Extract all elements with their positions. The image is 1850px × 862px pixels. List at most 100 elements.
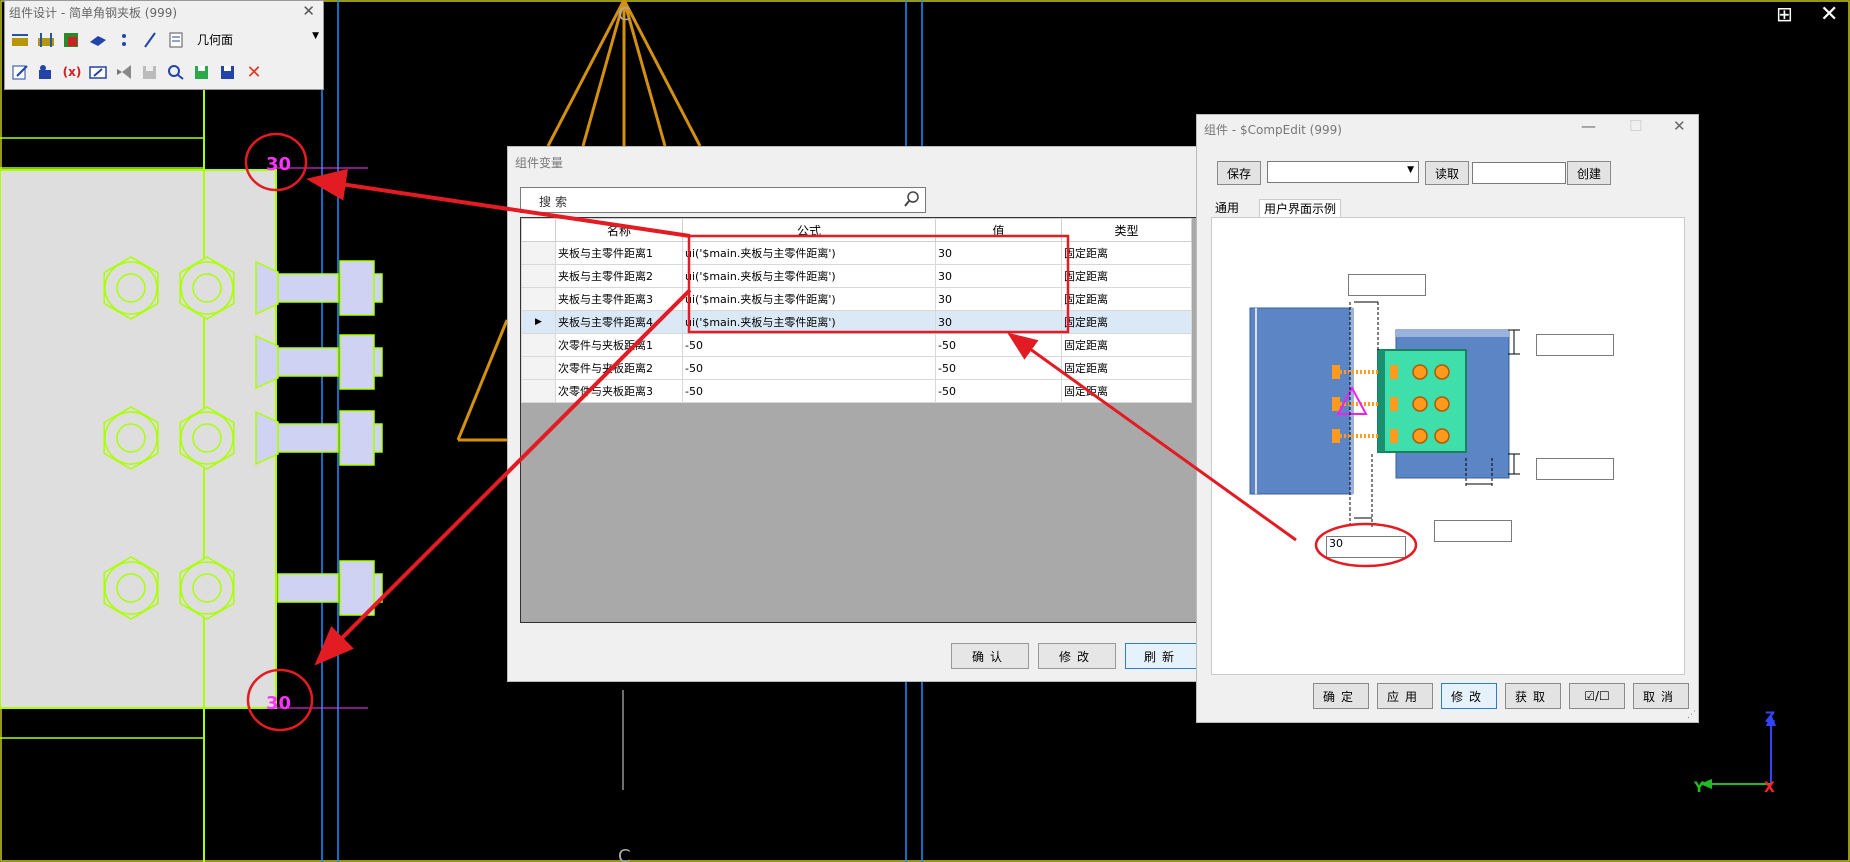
row-header[interactable] [521,241,556,265]
preset-select[interactable]: ▼ [1267,161,1419,183]
cell-name[interactable]: 夹板与主零件距离4 [555,310,683,334]
variable-icon[interactable]: (x) [61,62,83,82]
row-header[interactable] [521,264,556,288]
compedit-close-icon[interactable]: ✕ [1673,117,1686,135]
cell-formula[interactable]: ui('$main.夹板与主零件距离') [682,241,936,265]
cell-formula[interactable]: ui('$main.夹板与主零件距离') [682,310,936,334]
cell-type[interactable]: 固定距离 [1061,264,1192,288]
plate-icon[interactable] [87,30,109,50]
object-icon[interactable] [35,62,57,82]
table-row[interactable]: 夹板与主零件距离2 ui('$main.夹板与主零件距离') 30 固定距离 [521,264,1192,288]
offset-right-top-input[interactable] [1536,334,1614,356]
compedit-dialog: 组件 - $CompEdit (999) — ☐ ✕ 保存 ▼ 读取 创建 通用… [1196,114,1699,723]
bolt-tip [373,273,383,303]
cell-formula[interactable]: ui('$main.夹板与主零件距离') [682,287,936,311]
table-row[interactable]: 夹板与主零件距离3 ui('$main.夹板与主零件距离') 30 固定距离 [521,287,1192,311]
cancel-button[interactable]: 取消 [1633,683,1689,709]
edit-icon[interactable] [9,62,31,82]
cell-type[interactable]: 固定距离 [1061,356,1192,380]
row-header[interactable] [521,287,556,311]
cell-value[interactable]: 30 [935,264,1062,288]
confirm-button[interactable]: 确认 [951,643,1029,669]
modify-component-button[interactable]: 修改 [1441,683,1497,709]
cell-value[interactable]: -50 [935,356,1062,380]
cell-type[interactable]: 固定距离 [1061,379,1192,403]
preset-name-input[interactable] [1472,162,1566,184]
save-button[interactable]: 保存 [1217,161,1261,185]
row-header[interactable]: ▶ [521,310,556,334]
point-icon[interactable] [113,30,135,50]
dimension-label-top: 30 [266,154,291,175]
cell-value[interactable]: 30 [935,241,1062,265]
cell-formula[interactable]: -50 [682,379,936,403]
delete-icon[interactable]: ✕ [243,62,265,83]
create-button[interactable]: 创建 [1567,161,1611,185]
cell-value[interactable]: -50 [935,333,1062,357]
variables-grid[interactable]: 名称 公式 值 类型 夹板与主零件距离1 ui('$main.夹板与主零件距离')… [520,217,1202,623]
row-header[interactable] [521,333,556,357]
frame-icon[interactable] [9,30,31,50]
column-header-formula[interactable]: 公式 [682,218,936,242]
browse-icon[interactable] [165,62,187,82]
bolt-tip [373,347,383,377]
column-header-value[interactable]: 值 [935,218,1062,242]
cell-type[interactable]: 固定距离 [1061,287,1192,311]
cell-formula[interactable]: -50 [682,356,936,380]
component-icon[interactable] [61,30,83,50]
search-input[interactable]: 搜索 [520,187,926,213]
offset-right-bottom-input[interactable] [1536,458,1614,480]
table-row[interactable]: 次零件与夹板距离3 -50 -50 固定距离 [521,379,1192,403]
layout-icon[interactable]: ⊞ [1776,2,1793,26]
cell-name[interactable]: 次零件与夹板距离2 [555,356,683,380]
refresh-button[interactable]: 刷新 [1125,643,1199,669]
cell-value[interactable]: 30 [935,310,1062,334]
minimize-icon[interactable]: — [1581,117,1596,135]
frame-alt-icon[interactable] [35,30,57,50]
draw-icon[interactable] [87,62,109,82]
dimension-label-bottom: 30 [266,693,291,714]
ok-button[interactable]: 确定 [1313,683,1369,709]
bolt-tip [373,573,383,603]
cell-formula[interactable]: ui('$main.夹板与主零件距离') [682,264,936,288]
save-as-icon[interactable] [217,62,239,82]
table-row[interactable]: 夹板与主零件距离1 ui('$main.夹板与主零件距离') 30 固定距离 [521,241,1192,265]
toolbar-close-icon[interactable]: ✕ [302,2,315,20]
gap-top-input[interactable] [1348,274,1426,296]
bolt-head [339,334,375,390]
visual-studio-icon[interactable] [113,62,135,82]
column-header-type[interactable]: 类型 [1061,218,1192,242]
toggle-checkbox-button[interactable]: ☑/☐ [1569,683,1625,709]
table-row[interactable]: 次零件与夹板距离1 -50 -50 固定距离 [521,333,1192,357]
row-header[interactable] [521,356,556,380]
line-icon[interactable] [139,30,161,50]
cell-value[interactable]: -50 [935,379,1062,403]
row-header[interactable] [521,379,556,403]
tab-general[interactable]: 通用 [1211,199,1243,217]
get-button[interactable]: 获取 [1505,683,1561,709]
plate-distance-input[interactable]: 30 [1326,536,1406,558]
cell-type[interactable]: 固定距离 [1061,333,1192,357]
modify-button[interactable]: 修改 [1038,643,1116,669]
view-mode-select[interactable]: 几何面 ▼ [197,31,325,49]
cell-name[interactable]: 夹板与主零件距离2 [555,264,683,288]
apply-button[interactable]: 应用 [1377,683,1433,709]
cell-type[interactable]: 固定距离 [1061,241,1192,265]
column-header-name[interactable]: 名称 [555,218,683,242]
save-green-icon[interactable] [191,62,213,82]
load-button[interactable]: 读取 [1425,161,1469,185]
cell-formula[interactable]: -50 [682,333,936,357]
cell-name[interactable]: 夹板与主零件距离3 [555,287,683,311]
cell-value[interactable]: 30 [935,287,1062,311]
search-icon[interactable] [903,190,921,211]
plate-offset-input[interactable] [1434,520,1512,542]
cell-type[interactable]: 固定距离 [1061,310,1192,334]
table-row[interactable]: ▶ 夹板与主零件距离4 ui('$main.夹板与主零件距离') 30 固定距离 [521,310,1192,334]
sheet-icon[interactable] [165,30,187,50]
cell-name[interactable]: 次零件与夹板距离3 [555,379,683,403]
tab-ui-example[interactable]: 用户界面示例 [1259,199,1342,218]
cell-name[interactable]: 次零件与夹板距离1 [555,333,683,357]
cell-name[interactable]: 夹板与主零件距离1 [555,241,683,265]
table-row[interactable]: 次零件与夹板距离2 -50 -50 固定距离 [521,356,1192,380]
resize-grip-icon[interactable]: ⋰ [1687,710,1696,720]
main-close-icon[interactable]: ✕ [1820,2,1838,27]
